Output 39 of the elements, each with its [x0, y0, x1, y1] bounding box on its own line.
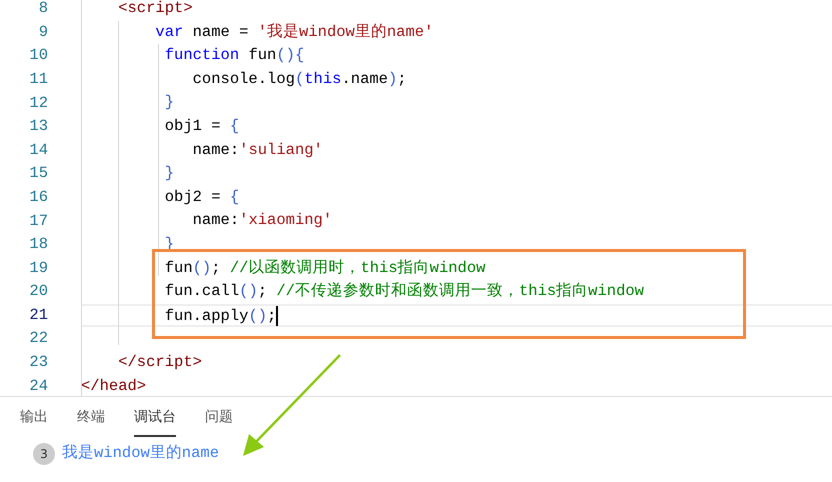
panel-tab[interactable]: 输出	[20, 407, 48, 437]
panel-tab[interactable]: 终端	[77, 407, 105, 437]
console-message: 我是window里的name	[62, 443, 220, 464]
code-line: }	[164, 93, 174, 112]
text-cursor	[276, 306, 278, 326]
line-number: 14	[28, 140, 48, 161]
line-number: 17	[28, 210, 48, 232]
code-line: fun.call(); //不传递参数时和函数调用一致，this指向window	[164, 282, 644, 300]
line-number: 13	[28, 116, 48, 138]
code-line: <script>	[117, 0, 193, 17]
code-line: name:'suliang'	[192, 140, 323, 159]
line-number: 16	[28, 186, 48, 208]
line-number: 23	[28, 352, 48, 374]
line-number: 18	[28, 234, 48, 256]
line-number: 15	[28, 163, 48, 184]
code-line: </script>	[117, 352, 202, 371]
line-number: 12	[28, 92, 48, 114]
code-line: obj2 = {	[164, 188, 240, 206]
code-line: var name = '我是window里的name'	[154, 22, 434, 41]
line-number: 20	[28, 281, 48, 302]
code-line: function fun(){	[164, 46, 304, 64]
code-line: </head>	[81, 376, 146, 394]
line-number: 11	[28, 68, 48, 90]
code-line: fun(); //以函数调用时，this指向window	[164, 258, 486, 277]
line-number: 19	[28, 258, 48, 279]
repeat-count: 3	[33, 442, 55, 465]
line-number: 9	[38, 22, 48, 43]
code-line: fun.apply();	[164, 306, 276, 325]
line-number: 10	[28, 45, 48, 66]
code-line: }	[164, 164, 174, 182]
code-line: obj1 = {	[164, 116, 240, 135]
line-number: 8	[38, 0, 48, 20]
code-line: console.log(this.name);	[192, 70, 407, 88]
panel-tab[interactable]: 调试台	[134, 407, 176, 437]
line-number: 24	[28, 376, 48, 396]
line-number: 21	[28, 304, 48, 326]
panel-tab[interactable]: 问题	[205, 407, 233, 437]
line-number: 22	[28, 328, 48, 350]
code-line: name:'xiaoming'	[192, 211, 332, 230]
